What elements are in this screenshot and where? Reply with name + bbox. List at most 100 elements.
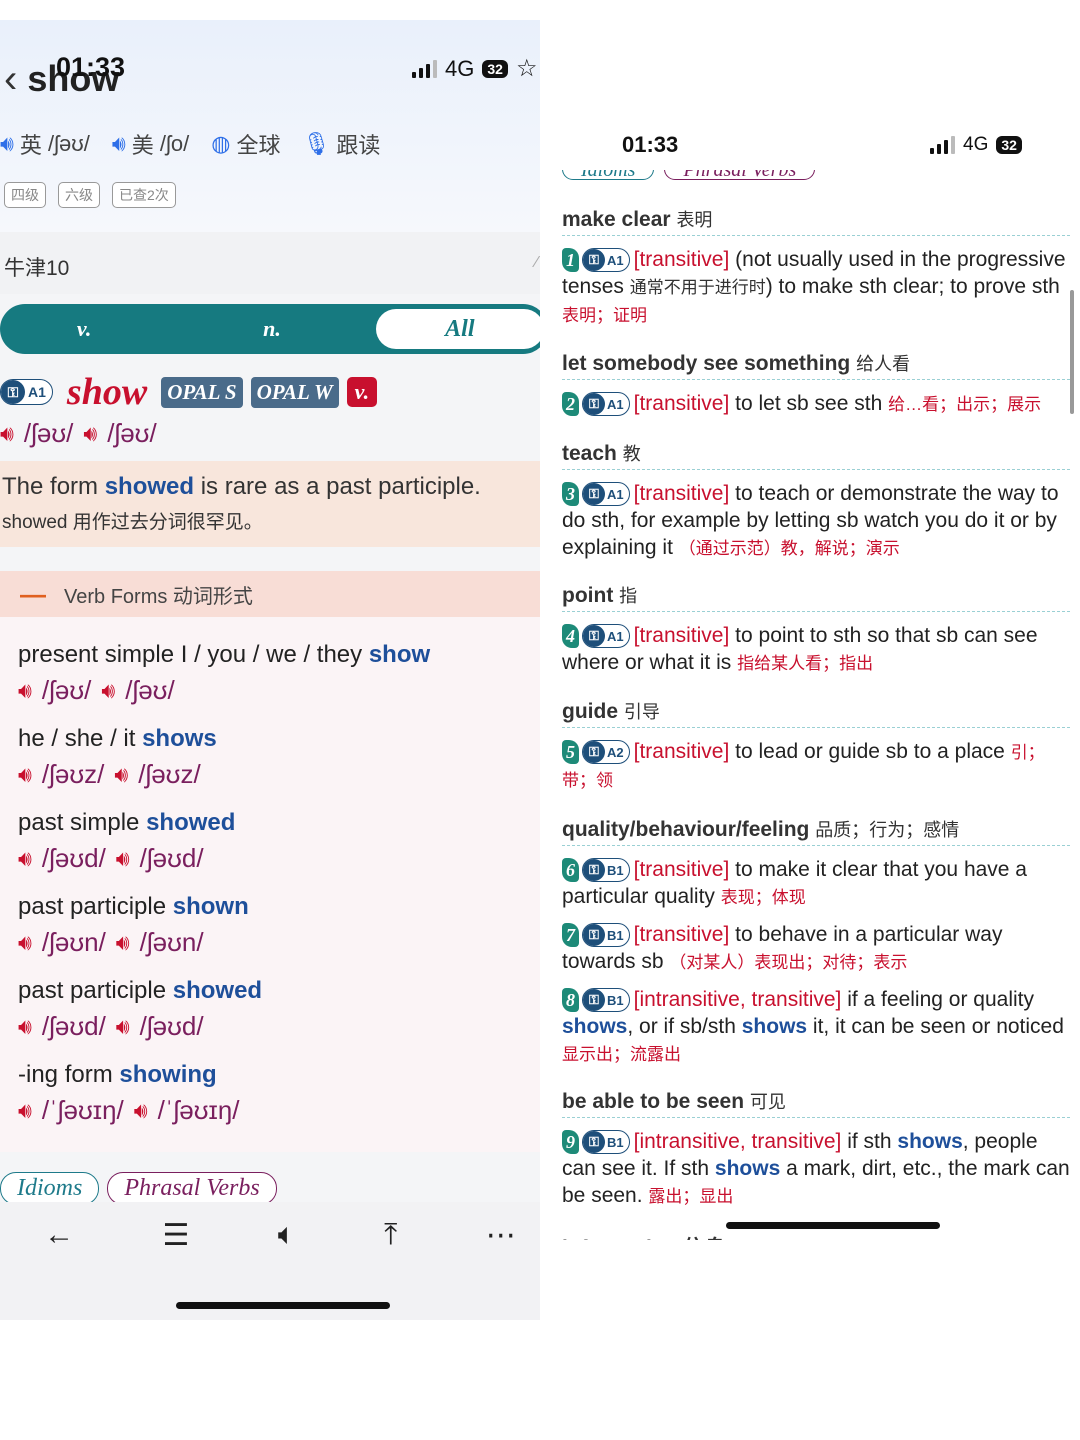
sense-group: be able to be seen 可见 9 ⚿ B1 [intransitive,…: [562, 1088, 1070, 1210]
speaker-icon[interactable]: 🔊︎: [116, 1014, 130, 1040]
star-icon[interactable]: ☆: [516, 54, 538, 83]
sense-group: point 指 4 ⚿ A1 [transitive] to point to sth…: [562, 582, 1070, 677]
sense-item: 1 ⚿ A1 [transitive] (not usually used in th…: [562, 248, 1066, 325]
dictionary-selector[interactable]: 牛津10 ⁄: [0, 232, 540, 294]
status-time: 01:33: [56, 52, 126, 82]
sense-item: 3 ⚿ A1 [transitive] to teach or demonstrate…: [562, 482, 1059, 559]
entry-headword: show: [66, 371, 148, 413]
signal-icon: [930, 136, 955, 154]
verb-forms-list: present simple I / you / we / they show …: [0, 617, 540, 1152]
status-indicators: 4G 32 ☆: [412, 54, 537, 83]
sense-group-heading: quality/behaviour/feeling 品质；行为；感情: [562, 816, 1070, 846]
oxford-key-icon: ⚿: [583, 393, 605, 416]
speaker-icon[interactable]: 🔊︎: [114, 762, 128, 788]
speaker-icon[interactable]: 🔈︎: [278, 1218, 296, 1253]
collapse-icon[interactable]: ⁄: [535, 254, 538, 272]
global-button[interactable]: ◍ 全球: [211, 128, 280, 160]
status-indicators-right: 4G 32: [930, 134, 1022, 156]
left-screenshot: ‹ show 01:33 4G 32 ☆ 🔊︎ 英 /ʃəʊ/ 🔊︎ 美 /ʃo…: [0, 20, 540, 1320]
idioms-pill[interactable]: Idioms: [562, 170, 655, 180]
speaker-icon[interactable]: 🔊︎: [18, 762, 32, 788]
dictionary-name: 牛津10: [4, 257, 70, 280]
sense-group-heading: be able to be seen 可见: [562, 1088, 1070, 1118]
speaker-icon[interactable]: 🔊︎: [0, 131, 14, 157]
speaker-icon[interactable]: 🔊︎: [116, 846, 130, 872]
speaker-icon[interactable]: 🔊︎: [134, 1098, 148, 1124]
globe-icon: ◍: [211, 131, 231, 156]
level-badge: ⚿ A1: [582, 392, 630, 417]
sense-number: 6: [562, 858, 579, 883]
speaker-icon[interactable]: 🔊︎: [112, 131, 126, 157]
oxford-key-icon: ⚿: [583, 249, 605, 272]
tag-cet4: 四级: [4, 182, 46, 208]
oxford-key-icon: ⚿: [583, 1131, 605, 1154]
tab-noun[interactable]: n.: [168, 316, 375, 342]
sense-item: 7 ⚿ B1 [transitive] to behave in a particul…: [562, 923, 1003, 973]
ipa-us: /ʃəʊ/: [107, 418, 157, 448]
oxford-key-icon: ⚿: [583, 989, 605, 1012]
more-icon[interactable]: ⋯: [486, 1218, 516, 1253]
verb-form-item: past simple showed 🔊︎/ʃəʊd/🔊︎/ʃəʊd/: [18, 809, 236, 873]
speaker-icon[interactable]: 🔊︎: [83, 421, 97, 447]
pos-badge: v.: [346, 377, 378, 407]
speaker-icon[interactable]: 🔊︎: [116, 930, 130, 956]
speaker-icon[interactable]: 🔊︎: [18, 846, 32, 872]
follow-read-button[interactable]: 🎙︎ 跟读: [302, 128, 380, 160]
phrasal-verbs-pill[interactable]: Phrasal Verbs: [107, 1172, 277, 1205]
speaker-icon[interactable]: 🔊︎: [18, 678, 32, 704]
oxford-key-icon: ⚿: [583, 483, 605, 506]
section-pills-cut: Idioms Phrasal Verbs: [562, 170, 816, 180]
sense-number: 9: [562, 1130, 579, 1155]
sense-group-heading: guide 引导: [562, 698, 1070, 728]
list-icon[interactable]: ☰: [163, 1218, 190, 1253]
signal-icon: [412, 59, 437, 78]
home-indicator: [176, 1302, 390, 1309]
sense-group-heading: let somebody see something 给人看: [562, 350, 1070, 380]
phrasal-verbs-pill[interactable]: Phrasal Verbs: [664, 170, 816, 180]
back-chevron-icon[interactable]: ‹: [4, 59, 17, 99]
sense-item: 2 ⚿ A1 [transitive] to let sb see sth 给…看；出…: [562, 390, 1070, 418]
sense-group: quality/behaviour/feeling 品质；行为；感情 6 ⚿ B1[…: [562, 816, 1070, 1068]
oxford-key-icon: ⚿: [583, 741, 605, 764]
usage-note-en: The form showed is rare as a past partic…: [2, 473, 481, 500]
level-badge: ⚿ B1: [582, 858, 630, 883]
right-screenshot: Idioms Phrasal Verbs make clear 表明 1⚿A1[…: [540, 170, 1080, 1240]
idioms-pill[interactable]: Idioms: [0, 1172, 100, 1205]
pron-ipa: /ʃo/: [159, 131, 190, 156]
sense-group: let somebody see something 给人看 2 ⚿ A1 [tran…: [562, 350, 1070, 418]
sense-group: make clear 表明 1 ⚿ A1 [transitive] (not usua…: [562, 206, 1070, 329]
scroll-top-icon[interactable]: ⤒: [384, 1218, 397, 1253]
sense-item: 5 ⚿ A2 [transitive] to lead or guide sb to …: [562, 740, 1045, 790]
speaker-icon[interactable]: 🔊︎: [18, 930, 32, 956]
usage-note-zh: showed 用作过去分词很罕见。: [2, 512, 263, 533]
level-badge: ⚿ B1: [582, 923, 630, 948]
scrollbar[interactable]: [1070, 290, 1074, 414]
oxford-key-icon: ⚿: [583, 924, 605, 947]
level-badge: ⚿ A1: [582, 624, 630, 649]
level-badge: ⚿ B1: [582, 1130, 630, 1155]
pron-ipa: /ʃəʊ/: [48, 131, 90, 156]
cutoff-heading: information 信息: [562, 1232, 1070, 1240]
bottom-toolbar: ← ☰ 🔈︎ ⤒ ⋯: [0, 1202, 540, 1320]
sense-number: 3: [562, 482, 579, 507]
entry-header: ⚿ A1 show OPAL S OPAL W v.: [0, 370, 378, 414]
oxford-key-icon: ⚿: [1, 380, 25, 404]
verb-forms-header[interactable]: — Verb Forms 动词形式: [0, 571, 540, 617]
pron-uk[interactable]: 🔊︎ 英 /ʃəʊ/: [0, 128, 90, 160]
speaker-icon[interactable]: 🔊︎: [0, 421, 14, 447]
speaker-icon[interactable]: 🔊︎: [18, 1014, 32, 1040]
network-type: 4G: [963, 134, 989, 155]
microphone-icon: 🎙︎: [302, 131, 331, 156]
back-arrow-icon[interactable]: ←: [44, 1218, 74, 1253]
speaker-icon[interactable]: 🔊︎: [101, 678, 115, 704]
verb-form-item: he / she / it shows 🔊︎/ʃəʊz/🔊︎/ʃəʊz/: [18, 725, 217, 789]
pron-region: 美: [131, 133, 154, 158]
level-badge: ⚿ A2: [582, 740, 630, 765]
pron-us[interactable]: 🔊︎ 美 /ʃo/: [112, 128, 189, 160]
speaker-icon[interactable]: 🔊︎: [18, 1098, 32, 1124]
tab-verb[interactable]: v.: [0, 316, 168, 342]
tab-all[interactable]: All: [375, 309, 540, 349]
collapse-minus-icon[interactable]: —: [20, 579, 46, 610]
battery-icon: 32: [482, 59, 508, 78]
tag-lookup-count: 已查2次: [112, 182, 176, 208]
